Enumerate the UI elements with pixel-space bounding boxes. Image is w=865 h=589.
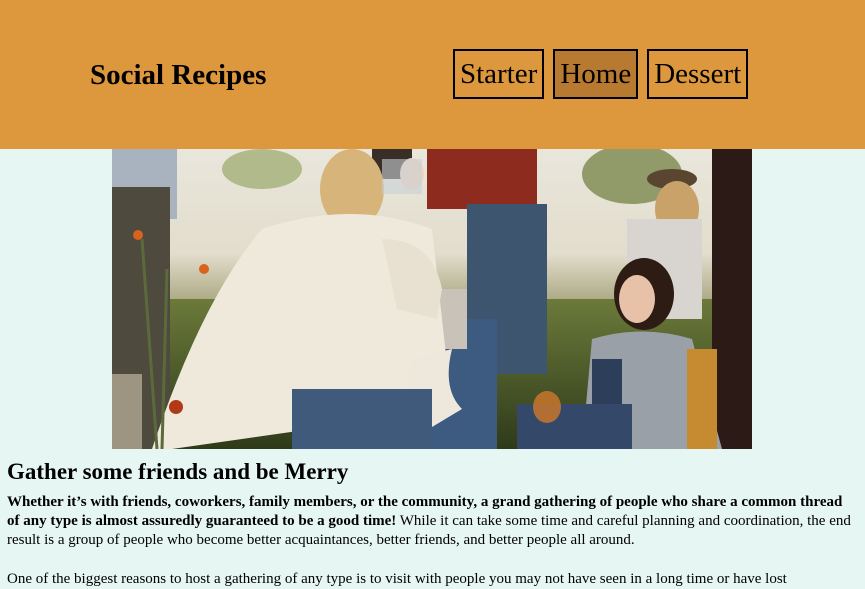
article-paragraph-2: One of the biggest reasons to host a gat… xyxy=(7,571,787,587)
article: Gather some friends and be Merry Whether… xyxy=(7,457,857,589)
site-title: Social Recipes xyxy=(90,59,267,91)
nav-dessert-button[interactable]: Dessert xyxy=(647,49,749,99)
site-header: Social Recipes Starter Home Dessert xyxy=(0,0,865,149)
article-heading: Gather some friends and be Merry xyxy=(7,459,349,484)
nav-home-button[interactable]: Home xyxy=(553,49,639,99)
hero-image xyxy=(112,149,752,449)
nav-starter-button[interactable]: Starter xyxy=(453,49,545,99)
hero-photo-illustration xyxy=(112,149,752,449)
main-nav: Starter Home Dessert xyxy=(453,49,749,99)
article-paragraph-1: Whether it’s with friends, coworkers, fa… xyxy=(7,493,857,550)
